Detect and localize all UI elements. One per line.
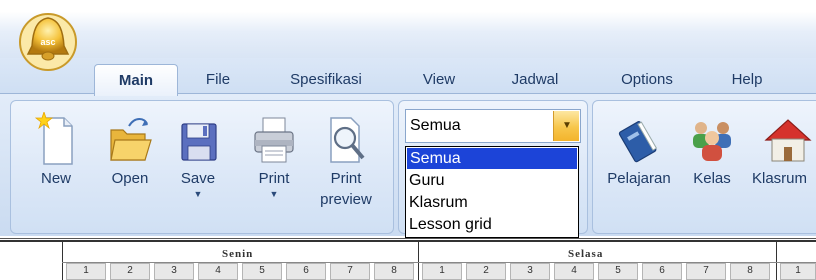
filter-combobox[interactable]: Semua ▼: [405, 109, 581, 143]
house-icon: [764, 119, 812, 162]
application-orb-button[interactable]: asc: [18, 12, 78, 74]
save-button[interactable]: Save ▼: [170, 112, 226, 199]
period-cell[interactable]: 2: [466, 263, 506, 280]
new-document-icon: [34, 112, 73, 165]
filter-dropdown-list: Semua Guru Klasrum Lesson grid: [405, 146, 579, 238]
tab-help[interactable]: Help: [725, 64, 769, 96]
dropdown-option-guru[interactable]: Guru: [406, 170, 578, 192]
print-label: Print: [258, 170, 290, 187]
period-cell[interactable]: 1: [780, 263, 816, 280]
open-button[interactable]: Open: [102, 112, 158, 189]
printer-icon: [254, 117, 294, 163]
open-label: Open: [111, 170, 149, 187]
tab-view[interactable]: View: [414, 64, 464, 96]
kelas-label: Kelas: [693, 170, 731, 187]
save-dropdown-caret[interactable]: ▼: [170, 189, 226, 199]
period-cell[interactable]: 4: [554, 263, 594, 280]
print-preview-label-line1: Print: [330, 170, 362, 187]
klasrum-button[interactable]: Klasrum: [752, 112, 816, 189]
new-label: New: [40, 170, 71, 187]
period-cell[interactable]: 4: [198, 263, 238, 280]
period-cell[interactable]: 5: [242, 263, 282, 280]
book-icon: [618, 121, 658, 163]
print-button[interactable]: Print ▼: [246, 112, 302, 199]
print-preview-label-line2: preview: [320, 191, 372, 208]
print-preview-icon: [330, 117, 365, 163]
period-cell[interactable]: 7: [330, 263, 370, 280]
klasrum-label: Klasrum: [752, 170, 808, 187]
save-label: Save: [180, 170, 216, 187]
period-cell[interactable]: 8: [730, 263, 770, 280]
kelas-button[interactable]: Kelas: [686, 112, 738, 189]
dropdown-option-semua[interactable]: Semua: [407, 148, 577, 169]
period-cell[interactable]: 7: [686, 263, 726, 280]
timetable-top-border: [0, 240, 816, 242]
tab-spesifikasi[interactable]: Spesifikasi: [280, 64, 372, 96]
tab-options[interactable]: Options: [609, 64, 685, 96]
pelajaran-button[interactable]: Pelajaran: [596, 112, 682, 189]
day-header-selasa: Selasa: [568, 248, 604, 260]
tab-main[interactable]: Main: [94, 64, 178, 96]
print-preview-button[interactable]: Print preview: [312, 112, 380, 210]
new-button[interactable]: New: [28, 112, 84, 189]
dropdown-option-klasrum[interactable]: Klasrum: [406, 192, 578, 214]
folder-open-icon: [110, 118, 152, 161]
tab-jadwal[interactable]: Jadwal: [503, 64, 567, 96]
filter-combobox-value: Semua: [410, 117, 461, 134]
bell-logo-icon: asc: [19, 13, 77, 71]
group-of-people-icon: [693, 122, 731, 161]
filter-combobox-arrow-button[interactable]: ▼: [553, 111, 579, 141]
pelajaran-label: Pelajaran: [607, 170, 671, 187]
print-dropdown-caret[interactable]: ▼: [246, 189, 302, 199]
dropdown-option-lesson-grid[interactable]: Lesson grid: [406, 214, 578, 236]
period-cell[interactable]: 1: [66, 263, 106, 280]
period-cell[interactable]: 3: [510, 263, 550, 280]
title-bar: [0, 0, 816, 58]
svg-text:asc: asc: [40, 37, 55, 47]
period-cell[interactable]: 8: [374, 263, 414, 280]
period-cell[interactable]: 6: [286, 263, 326, 280]
floppy-disk-icon: [181, 123, 217, 161]
period-cell[interactable]: 1: [422, 263, 462, 280]
day-header-senin: Senin: [222, 248, 254, 260]
period-cell[interactable]: 2: [110, 263, 150, 280]
tab-file[interactable]: File: [196, 64, 240, 96]
period-cell[interactable]: 6: [642, 263, 682, 280]
period-cell[interactable]: 3: [154, 263, 194, 280]
chevron-down-icon: ▼: [562, 120, 572, 131]
period-cell[interactable]: 5: [598, 263, 638, 280]
